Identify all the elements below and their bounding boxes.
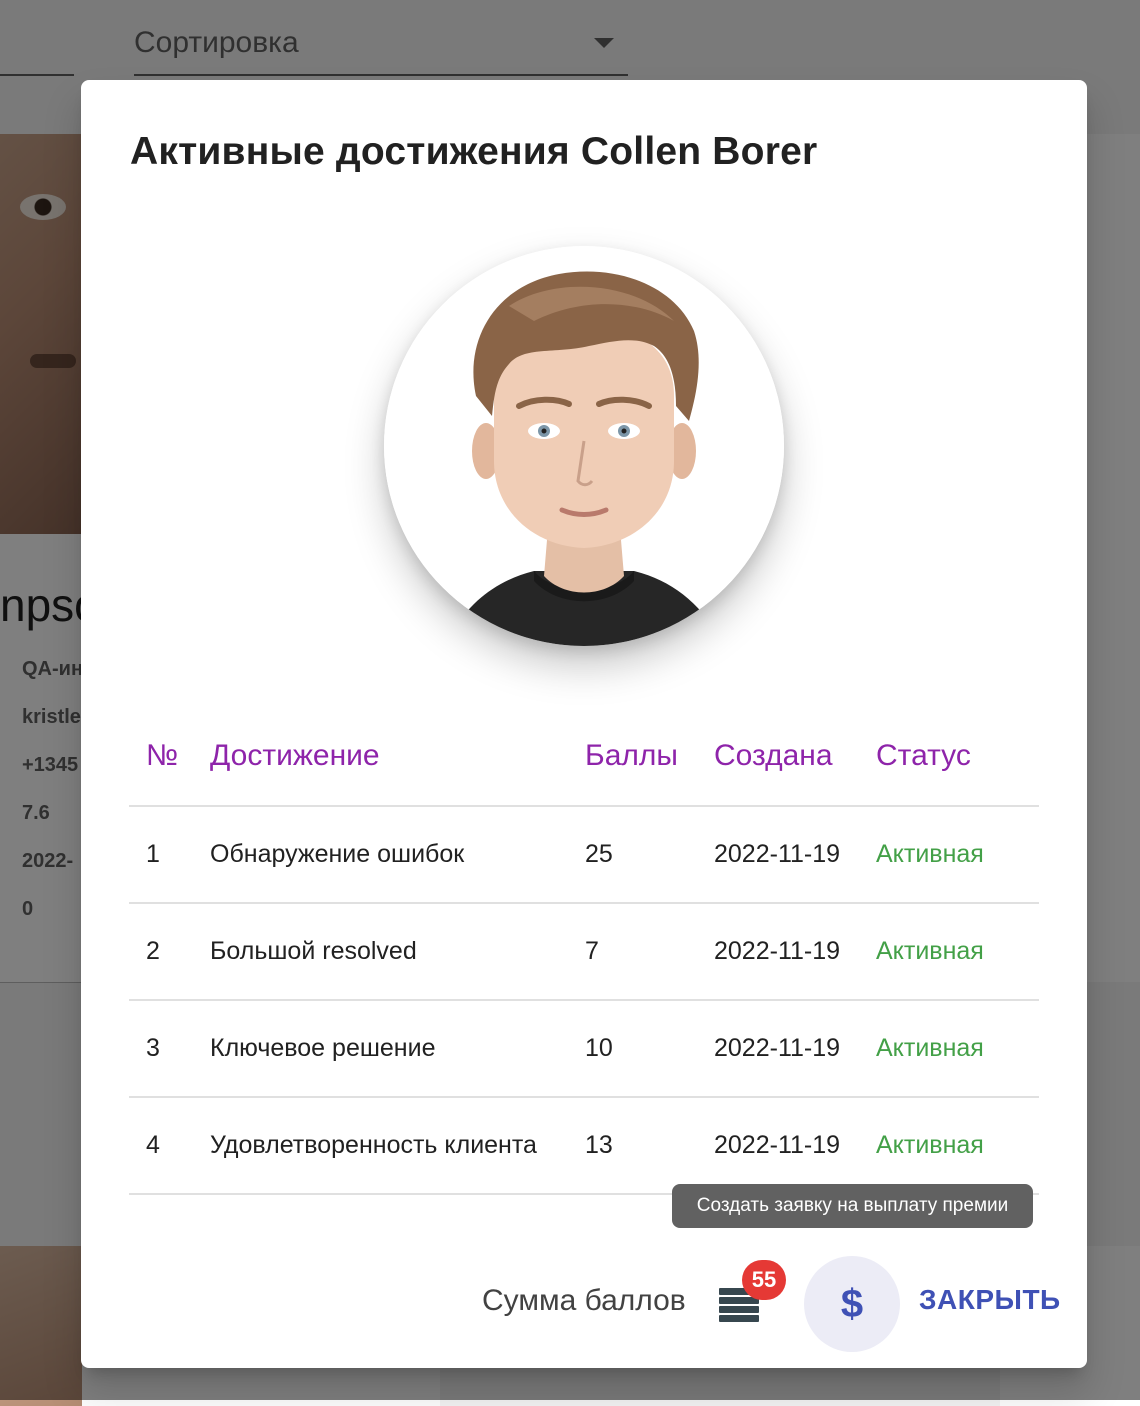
- cell-points: 13: [585, 1097, 714, 1195]
- cell-created: 2022-11-19: [714, 1000, 876, 1098]
- table-row: 4 Удовлетворенность клиента 13 2022-11-1…: [129, 1097, 1039, 1195]
- table-row: 2 Большой resolved 7 2022-11-19 Активная: [129, 903, 1039, 1001]
- achievements-dialog: Активные достижения Collen Borer № Дости…: [81, 80, 1087, 1368]
- cell-number: 4: [129, 1097, 210, 1195]
- table-row: 1 Обнаружение ошибок 25 2022-11-19 Актив…: [129, 806, 1039, 904]
- cell-status: Активная: [876, 903, 1039, 1001]
- cell-created: 2022-11-19: [714, 903, 876, 1001]
- cell-points: 7: [585, 903, 714, 1001]
- cell-number: 2: [129, 903, 210, 1001]
- payout-tooltip: Создать заявку на выплату премии: [672, 1184, 1033, 1228]
- cell-points: 10: [585, 1000, 714, 1098]
- dollar-icon: $: [840, 1282, 864, 1326]
- cell-created: 2022-11-19: [714, 1097, 876, 1195]
- header-status: Статус: [876, 707, 1039, 807]
- points-sum-badge: 55: [742, 1260, 786, 1300]
- header-achievement: Достижение: [210, 707, 585, 807]
- header-points: Баллы: [585, 707, 714, 807]
- table-row: 3 Ключевое решение 10 2022-11-19 Активна…: [129, 1000, 1039, 1098]
- cell-status: Активная: [876, 1097, 1039, 1195]
- table-header-row: № Достижение Баллы Создана Статус: [129, 707, 1039, 807]
- points-sum-label: Сумма баллов: [482, 1284, 686, 1317]
- header-created: Создана: [714, 707, 876, 807]
- header-number: №: [129, 707, 210, 807]
- close-button[interactable]: ЗАКРЫТЬ: [919, 1284, 1061, 1316]
- employee-avatar: [384, 246, 784, 646]
- dialog-title: Активные достижения Collen Borer: [130, 130, 818, 173]
- cell-achievement: Большой resolved: [210, 903, 585, 1001]
- cell-points: 25: [585, 806, 714, 904]
- achievements-table: № Достижение Баллы Создана Статус 1 Обна…: [129, 707, 1039, 1195]
- cell-number: 1: [129, 806, 210, 904]
- cell-achievement: Ключевое решение: [210, 1000, 585, 1098]
- cell-number: 3: [129, 1000, 210, 1098]
- cell-achievement: Обнаружение ошибок: [210, 806, 585, 904]
- cell-status: Активная: [876, 1000, 1039, 1098]
- request-payout-button[interactable]: $: [804, 1256, 900, 1352]
- cell-created: 2022-11-19: [714, 806, 876, 904]
- cell-status: Активная: [876, 806, 1039, 904]
- cell-achievement: Удовлетворенность клиента: [210, 1097, 585, 1195]
